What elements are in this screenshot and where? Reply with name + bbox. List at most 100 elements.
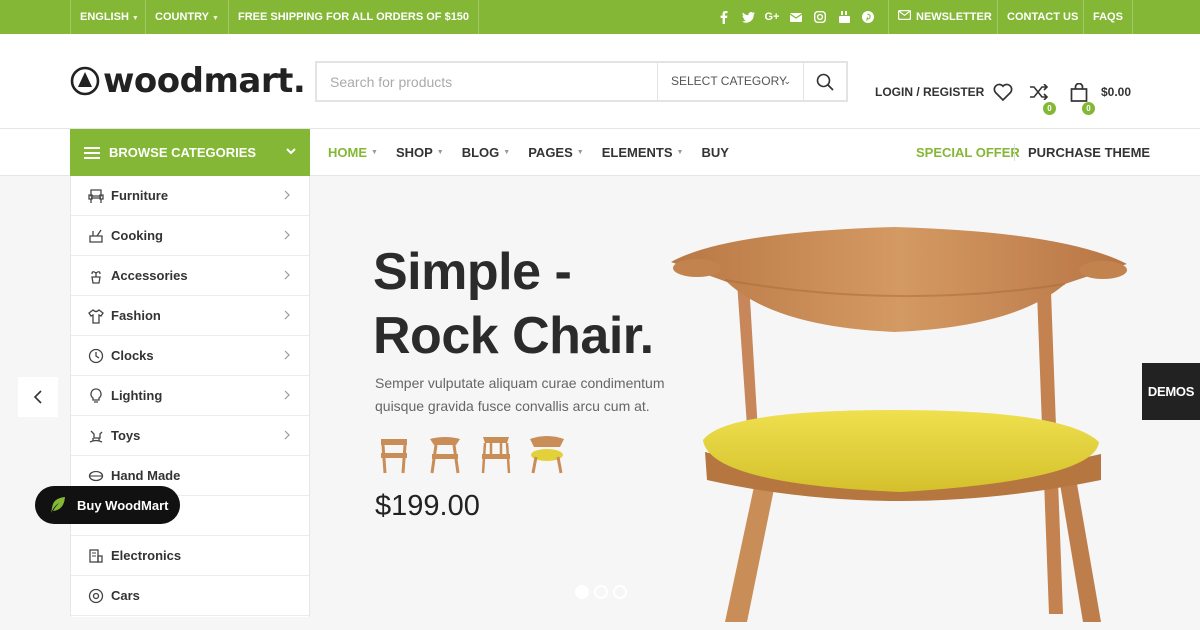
newsletter-link[interactable]: NEWSLETTER: [888, 0, 1001, 34]
faqs-link[interactable]: FAQS: [1083, 0, 1133, 34]
facebook-icon[interactable]: [712, 0, 736, 34]
chevron-left-icon: [33, 390, 42, 404]
shopping-bag-icon: [1070, 82, 1088, 102]
cooking-pot-icon: [87, 227, 105, 245]
yarn-bowl-icon: [87, 467, 105, 485]
chevron-down-icon: ▼: [436, 149, 444, 156]
slide-dot-1[interactable]: [575, 585, 589, 599]
category-item-lighting[interactable]: Lighting: [71, 376, 309, 416]
chair-thumbnail-3-icon[interactable]: [477, 433, 515, 475]
chair-thumbnail-1-icon[interactable]: [375, 433, 413, 475]
category-item-toys[interactable]: Toys: [71, 416, 309, 456]
chevron-down-icon: [286, 148, 296, 155]
category-item-fashion[interactable]: Fashion: [71, 296, 309, 336]
menu-item-elements[interactable]: ELEMENTS ▼: [602, 145, 684, 160]
menu-label: HOME: [328, 145, 367, 160]
category-item-accessories[interactable]: Accessories: [71, 256, 309, 296]
category-item-electronics[interactable]: Electronics: [71, 536, 309, 576]
social-links: G+: [712, 0, 880, 34]
slider-pagination: [575, 585, 627, 599]
hero-title-line-1: Simple -: [373, 243, 572, 301]
language-label: ENGLISH: [80, 11, 129, 23]
tree-logo-icon: [70, 66, 100, 96]
category-label: Furniture: [111, 188, 169, 203]
purchase-theme-link[interactable]: PURCHASE THEME: [1028, 129, 1150, 176]
category-select-label: SELECT CATEGORY: [671, 74, 788, 88]
compare-count-badge: 0: [1043, 102, 1056, 115]
language-selector[interactable]: ENGLISH ▼: [70, 0, 148, 34]
login-register-link[interactable]: LOGIN / REGISTER: [875, 81, 984, 103]
category-select[interactable]: SELECT CATEGORY ⌄: [657, 63, 803, 100]
t-shirt-icon: [87, 307, 105, 325]
demos-button[interactable]: DEMOS: [1142, 363, 1200, 420]
browse-categories-button[interactable]: BROWSE CATEGORIES: [70, 129, 310, 176]
menu-item-buy[interactable]: BUY: [701, 145, 728, 160]
electronics-icon: [87, 547, 105, 565]
envelope-icon: [898, 0, 912, 34]
search-input[interactable]: [317, 63, 657, 100]
cart-total[interactable]: $0.00: [1101, 81, 1131, 103]
menu-item-pages[interactable]: PAGES ▼: [528, 145, 584, 160]
browse-categories-label: BROWSE CATEGORIES: [109, 145, 257, 160]
chevron-right-icon: [284, 310, 290, 320]
main-header: woodmart. SELECT CATEGORY⌄ LOGIN / REGIS…: [0, 34, 1200, 129]
search-button[interactable]: [803, 63, 846, 100]
slide-dot-2[interactable]: [594, 585, 608, 599]
contact-link[interactable]: CONTACT US: [997, 0, 1087, 34]
twitter-icon[interactable]: [736, 0, 760, 34]
category-label: Accessories: [111, 268, 188, 283]
chair-thumbnail-2-icon[interactable]: [426, 433, 464, 475]
email-icon[interactable]: [784, 0, 808, 34]
menu-item-shop[interactable]: SHOP ▼: [396, 145, 444, 160]
category-item-cars[interactable]: Cars: [71, 576, 309, 616]
category-item-furniture[interactable]: Furniture: [71, 176, 309, 216]
pinterest-icon[interactable]: [856, 0, 880, 34]
country-selector[interactable]: COUNTRY ▼: [145, 0, 228, 34]
menu-label: BUY: [701, 145, 729, 160]
chevron-down-icon: ▼: [576, 149, 584, 156]
menu-item-blog[interactable]: BLOG ▼: [462, 145, 511, 160]
category-item-clocks[interactable]: Clocks: [71, 336, 309, 376]
wishlist-button[interactable]: [993, 81, 1013, 103]
google-plus-icon[interactable]: G+: [760, 0, 784, 34]
search-icon: [816, 73, 834, 91]
youtube-icon[interactable]: [832, 0, 856, 34]
chevron-right-icon: [284, 430, 290, 440]
chevron-down-icon: ⌄: [783, 76, 791, 86]
chevron-down-icon: ▼: [503, 149, 511, 156]
plant-pot-icon: [87, 267, 105, 285]
category-label: Cooking: [111, 228, 163, 243]
country-label: COUNTRY: [155, 11, 209, 23]
chevron-right-icon: [284, 390, 290, 400]
chevron-down-icon: ▼: [371, 149, 378, 156]
site-logo[interactable]: woodmart.: [70, 61, 306, 101]
instagram-icon[interactable]: [808, 0, 832, 34]
menu-label: BLOG: [461, 145, 500, 160]
previous-slide-button[interactable]: [18, 377, 58, 417]
logo-text: woodmart.: [103, 61, 306, 101]
cart-count-badge: 0: [1082, 102, 1095, 115]
cart-button[interactable]: [1070, 81, 1088, 103]
category-label: Toys: [111, 428, 141, 443]
hero-title-line-2: Rock Chair.: [373, 307, 654, 365]
hero-price: $199.00: [375, 490, 480, 522]
hamburger-icon: [84, 146, 100, 159]
chevron-right-icon: [284, 270, 290, 280]
buy-woodmart-button[interactable]: Buy WoodMart: [35, 486, 180, 524]
menu-item-home[interactable]: HOME ▼: [328, 145, 378, 160]
slide-dot-3[interactable]: [613, 585, 627, 599]
category-label: Lighting: [111, 388, 163, 403]
product-variant-thumbnails: [375, 433, 566, 475]
main-menu: HOME ▼ SHOP ▼ BLOG ▼ PAGES ▼ ELEMENTS ▼ BUY: [328, 129, 747, 176]
compare-button[interactable]: [1029, 81, 1049, 103]
armchair-icon: [87, 187, 105, 205]
category-label: Cars: [111, 588, 140, 603]
heart-icon: [993, 83, 1013, 101]
special-offer-link[interactable]: SPECIAL OFFER: [916, 129, 1020, 176]
category-label: Electronics: [111, 548, 182, 563]
category-item-cooking[interactable]: Cooking: [71, 216, 309, 256]
chair-thumbnail-4-icon[interactable]: [528, 433, 566, 475]
categories-sidebar: Furniture Cooking Accessories Fashion Cl…: [70, 176, 310, 617]
category-label: Hand Made: [111, 468, 181, 483]
shipping-notice: FREE SHIPPING FOR ALL ORDERS OF $150: [228, 0, 480, 34]
